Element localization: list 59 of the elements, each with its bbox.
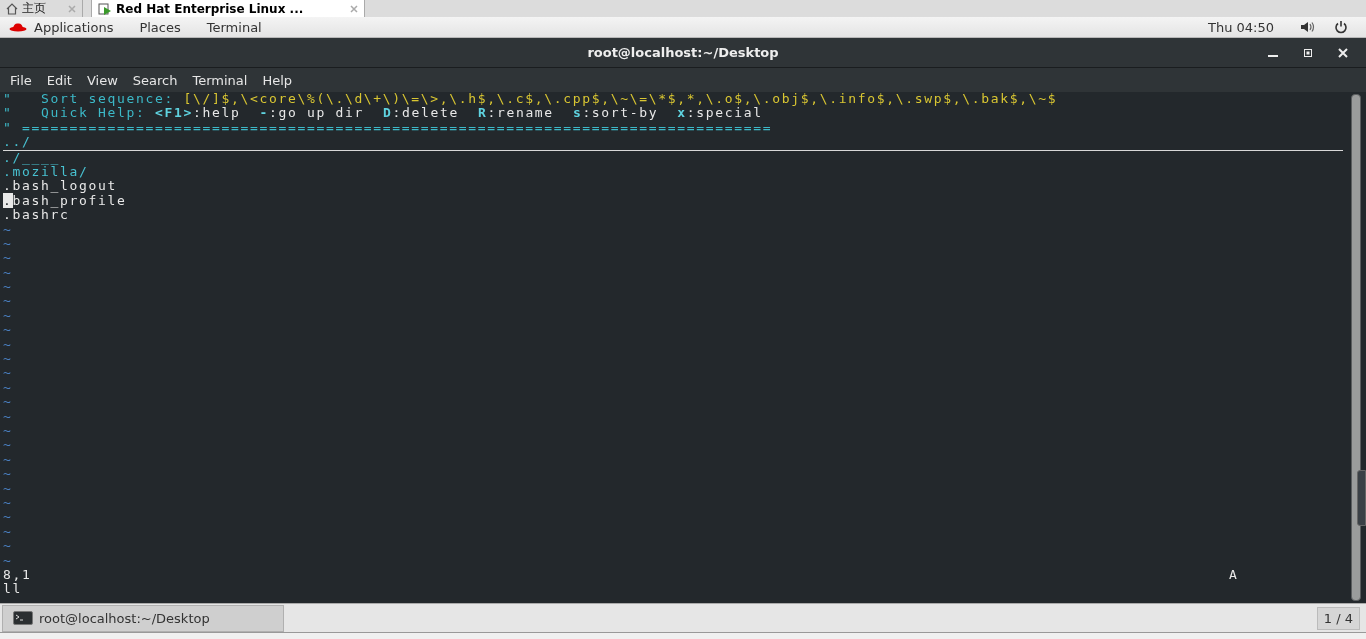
banner-line: " =============================================================================== <box>3 120 774 136</box>
empty-line-marker: ~ <box>3 523 13 539</box>
empty-line-marker: ~ <box>3 322 13 338</box>
empty-line-marker: ~ <box>3 379 13 395</box>
scroll-position: A <box>1229 566 1239 582</box>
command-line: ll <box>3 581 22 597</box>
empty-line-marker: ~ <box>3 394 13 410</box>
taskbar-window-button[interactable]: root@localhost:~/Desktop <box>2 604 284 632</box>
directory-entry[interactable]: ./____ <box>3 149 60 165</box>
empty-line-marker: ~ <box>3 509 13 525</box>
top-bar-menu[interactable]: Applications <box>34 19 114 35</box>
empty-line-marker: ~ <box>3 466 13 482</box>
empty-line-marker: ~ <box>3 365 13 381</box>
empty-line-marker: ~ <box>3 552 13 568</box>
power-icon[interactable] <box>1334 20 1348 34</box>
file-entry[interactable]: .bash_logout <box>3 178 117 194</box>
terminal-icon <box>13 611 33 625</box>
menu-item[interactable]: File <box>10 72 32 88</box>
empty-line-marker: ~ <box>3 351 13 367</box>
workspace-pager[interactable]: 1 / 4 <box>1316 606 1360 630</box>
top-bar-menu[interactable]: Terminal <box>206 19 262 35</box>
file-entry[interactable]: .bash_profile <box>3 192 127 208</box>
empty-line-marker: ~ <box>3 408 13 424</box>
empty-line-marker: ~ <box>3 437 13 453</box>
level-meter-icon <box>1357 470 1366 526</box>
directory-entry[interactable]: .mozilla/ <box>3 163 89 179</box>
empty-line-marker: ~ <box>3 264 13 280</box>
directory-entry[interactable]: ../ <box>3 134 32 150</box>
scrollbar[interactable] <box>1351 94 1361 601</box>
empty-line-marker: ~ <box>3 480 13 496</box>
empty-line-marker: ~ <box>3 451 13 467</box>
empty-line-marker: ~ <box>3 538 13 554</box>
menu-item[interactable]: View <box>86 72 118 88</box>
hat-logo-icon <box>9 22 27 32</box>
empty-line-marker: ~ <box>3 250 13 266</box>
menu-item[interactable]: Terminal <box>192 72 248 88</box>
clock[interactable]: Thu 04:50 <box>1208 19 1274 35</box>
home-icon <box>6 2 18 15</box>
banner-line: " Quick Help: <F1>:help -:go up dir D:delete R:rename s:sort-by x:special <box>3 106 763 121</box>
menu-item[interactable]: Search <box>132 72 178 88</box>
empty-line-marker: ~ <box>3 293 13 309</box>
banner-line: " Sort sequence: [\/]$,\<core\%(\.\d\+\)\=\>,\.h$,\.c$,\.cpp$,\~\=\*$,*,\.o$,\.obj$,\.info$,\.swp$,\.bak$,\~$ <box>3 92 1059 107</box>
empty-line-marker: ~ <box>3 494 13 510</box>
menu-item[interactable]: Help <box>262 72 293 88</box>
empty-line-marker: ~ <box>3 336 13 352</box>
maximize-icon[interactable] <box>1304 48 1312 57</box>
menu-item[interactable]: Edit <box>46 72 72 88</box>
empty-line-marker: ~ <box>3 423 13 438</box>
top-bar-menu[interactable]: Places <box>139 19 181 35</box>
window-title: root@localhost:~/Desktop <box>587 45 779 60</box>
vm-icon <box>98 2 112 15</box>
empty-line-marker: ~ <box>3 235 13 251</box>
empty-line-marker: ~ <box>3 221 13 237</box>
empty-line-marker: ~ <box>3 307 13 323</box>
browser-tab[interactable]: Red Hat Enterprise Linux ... <box>91 0 365 17</box>
cursor-position: 8,1 <box>3 566 32 582</box>
volume-icon[interactable] <box>1300 21 1316 33</box>
empty-line-marker: ~ <box>3 279 13 295</box>
file-entry[interactable]: .bashrc <box>3 207 70 223</box>
